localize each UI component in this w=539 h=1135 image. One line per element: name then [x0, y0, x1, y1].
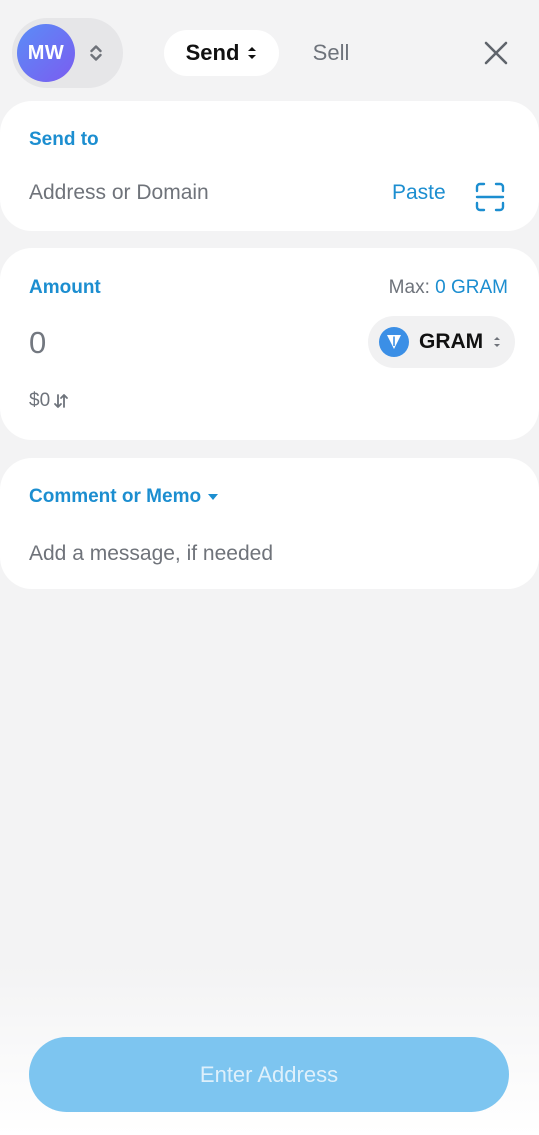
max-value-button[interactable]: 0 GRAM	[435, 277, 508, 298]
tab-sell[interactable]: Sell	[300, 30, 362, 76]
fiat-toggle[interactable]: $0	[29, 390, 69, 412]
amount-input[interactable]	[29, 325, 229, 361]
updown-chevron-icon	[493, 335, 501, 349]
avatar: MW	[17, 24, 75, 82]
tab-sell-label: Sell	[312, 40, 350, 65]
swap-arrows-icon	[53, 393, 69, 409]
paste-button[interactable]: Paste	[392, 181, 446, 205]
enter-address-button[interactable]: Enter Address	[29, 1037, 509, 1112]
close-icon	[484, 41, 508, 65]
memo-input[interactable]	[29, 542, 449, 566]
send-to-label: Send to	[29, 129, 99, 150]
tab-send[interactable]: Send	[164, 30, 279, 76]
max-prefix: Max:	[388, 277, 430, 298]
enter-address-label: Enter Address	[199, 1061, 339, 1087]
max-balance: Max: 0 GRAM	[389, 277, 508, 299]
memo-toggle[interactable]: Comment or Memo	[29, 486, 219, 508]
token-label: GRAM	[419, 330, 484, 353]
header: MW Send Sell	[0, 0, 539, 100]
avatar-initials: MW	[27, 41, 65, 64]
qr-scan-button[interactable]	[474, 181, 506, 213]
updown-chevron-icon	[247, 45, 257, 61]
updown-chevron-icon	[89, 42, 103, 64]
tab-send-label: Send	[185, 40, 240, 65]
account-switcher[interactable]: MW	[12, 18, 123, 88]
qr-scan-icon	[475, 182, 505, 212]
close-button[interactable]	[474, 31, 518, 75]
memo-card: Comment or Memo	[0, 458, 539, 589]
token-selector[interactable]: GRAM	[368, 316, 515, 368]
amount-label: Amount	[29, 277, 101, 298]
address-input[interactable]	[29, 181, 369, 205]
memo-label: Comment or Memo	[29, 486, 202, 507]
amount-card: Amount Max: 0 GRAM GRAM $0	[0, 248, 539, 440]
caret-down-icon	[207, 493, 219, 501]
gram-diamond-icon	[379, 327, 409, 357]
fiat-value: $0	[29, 390, 51, 411]
send-to-card: Send to Paste	[0, 101, 539, 231]
